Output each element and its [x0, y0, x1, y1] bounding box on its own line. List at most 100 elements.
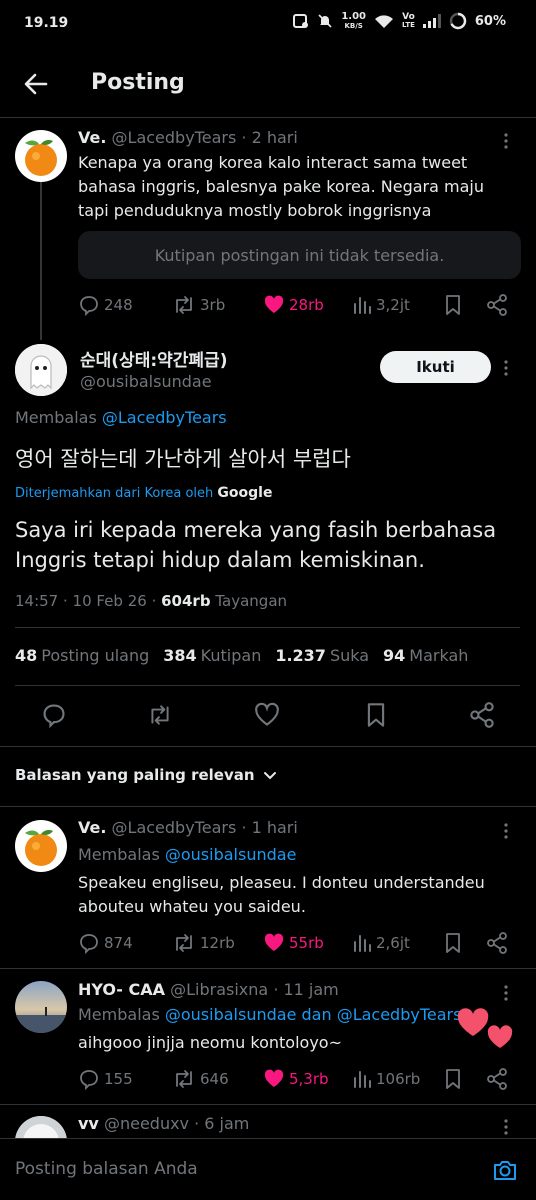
- more-options-icon[interactable]: [496, 1117, 516, 1137]
- avatar[interactable]: [15, 130, 67, 182]
- post-time: · 2 hari: [241, 128, 298, 147]
- post-time: · 1 hari: [241, 818, 298, 837]
- more-options-icon[interactable]: [496, 131, 516, 151]
- views-chart-icon: [354, 935, 371, 952]
- like-count: 28rb: [289, 296, 324, 314]
- like-button[interactable]: 55rb: [263, 932, 324, 954]
- views-count: 3,2jt: [376, 296, 410, 314]
- replying-to: Membalas @LacedbyTears: [15, 408, 227, 427]
- battery-icon: [449, 12, 467, 30]
- divider: [0, 806, 536, 807]
- stat-reposts[interactable]: 48 Posting ulang: [15, 646, 149, 665]
- reply-icon[interactable]: [41, 702, 67, 728]
- author-name[interactable]: HYO- CAA: [78, 980, 165, 999]
- volte-indicator: Vo LTE: [402, 12, 415, 30]
- repost-icon: [176, 296, 192, 314]
- reply-icon: [80, 934, 98, 954]
- stat-bookmarks[interactable]: 94 Markah: [383, 646, 468, 665]
- replying-to-link[interactable]: @LacedbyTears: [102, 408, 227, 427]
- status-bar: 19.19 1.00 KB/S Vo LTE 60%: [0, 0, 536, 48]
- avatar[interactable]: [15, 344, 67, 396]
- more-options-icon[interactable]: [496, 983, 516, 1003]
- replies-sort-dropdown[interactable]: Balasan yang paling relevan: [15, 766, 277, 784]
- parent-tweet-actions: 248 3rb 28rb 3,2jt: [78, 292, 518, 318]
- reply-text: aihgooo jinjja neomu kontoloyo~: [78, 1033, 342, 1052]
- stat-likes[interactable]: 1.237 Suka: [275, 646, 369, 665]
- author-name[interactable]: 순대(상태:약간폐급): [80, 346, 227, 371]
- camera-icon[interactable]: [492, 1157, 518, 1183]
- tweet-translation: Saya iri kepada mereka yang fasih berbah…: [15, 518, 497, 572]
- author-handle[interactable]: @needuxv: [104, 1114, 189, 1133]
- thread-connector: [40, 172, 42, 340]
- heart-filled-icon: [264, 933, 284, 951]
- top-bar: Posting: [0, 56, 536, 112]
- more-options-icon[interactable]: [496, 358, 516, 378]
- like-button[interactable]: 28rb: [263, 294, 324, 316]
- tweet-original-text: 영어 잘하는데 가난하게 살아서 부럽다: [15, 447, 351, 471]
- post-time: · 11 jam: [273, 980, 339, 999]
- reply-icon: [80, 296, 98, 316]
- reply-button[interactable]: 248: [78, 294, 133, 316]
- author-handle[interactable]: @LacedbyTears: [112, 128, 237, 147]
- repost-button[interactable]: 3rb: [172, 294, 225, 316]
- views-button[interactable]: 2,6jt: [352, 933, 410, 953]
- author-handle[interactable]: @Librasixna: [170, 980, 268, 999]
- avatar[interactable]: [15, 981, 67, 1033]
- signal-icon: [422, 14, 441, 28]
- more-options-icon[interactable]: [496, 821, 516, 841]
- share-icon[interactable]: [486, 1068, 508, 1090]
- reply-text: Speakeu engliseu, pleaseu. I donteu unde…: [78, 873, 485, 916]
- stat-quotes[interactable]: 384 Kutipan: [163, 646, 261, 665]
- mute-icon: [318, 14, 332, 28]
- page-title: Posting: [91, 70, 185, 95]
- follow-button[interactable]: Ikuti: [380, 351, 491, 383]
- reply-count: 248: [104, 296, 133, 314]
- status-time: 19.19: [24, 15, 69, 31]
- reply-button[interactable]: 874: [78, 932, 133, 954]
- network-speed: 1.00 KB/S: [341, 11, 367, 31]
- avatar[interactable]: [15, 820, 67, 872]
- bookmark-icon[interactable]: [444, 932, 462, 954]
- divider: [0, 746, 536, 747]
- repost-icon: [176, 934, 192, 952]
- bookmark-icon[interactable]: [363, 702, 389, 728]
- back-arrow-icon[interactable]: [22, 70, 50, 98]
- like-button[interactable]: 5,3rb: [263, 1068, 329, 1090]
- reply-input[interactable]: Posting balasan Anda: [15, 1159, 198, 1179]
- quote-unavailable-box: Kutipan postingan ini tidak tersedia.: [78, 231, 521, 279]
- author-handle[interactable]: @ousibalsundae: [80, 372, 212, 391]
- author-name[interactable]: Ve.: [78, 128, 106, 147]
- repost-icon: [176, 1070, 192, 1088]
- views-chart-icon: [354, 1071, 371, 1088]
- replying-to-link[interactable]: @ousibalsundae: [165, 845, 297, 864]
- heart-filled-icon: [264, 1069, 284, 1087]
- views-button[interactable]: 3,2jt: [352, 295, 410, 315]
- reply-button[interactable]: 155: [78, 1068, 133, 1090]
- views-button[interactable]: 106rb: [352, 1069, 420, 1089]
- views-count: 604rb: [161, 592, 211, 610]
- repost-icon[interactable]: [147, 702, 173, 728]
- reply-actions: 874 12rb 55rb 2,6jt: [78, 930, 518, 956]
- status-icons: 1.00 KB/S Vo LTE 60%: [293, 12, 506, 30]
- divider: [0, 1104, 536, 1105]
- translation-attribution[interactable]: Diterjemahkan dari Korea oleh Google: [15, 485, 272, 501]
- parent-tweet-meta: Ve. @LacedbyTears · 2 hari: [78, 128, 298, 147]
- bookmark-icon[interactable]: [444, 1068, 462, 1090]
- main-tweet-actions: [0, 700, 536, 732]
- share-icon[interactable]: [486, 294, 508, 316]
- share-icon[interactable]: [469, 702, 495, 728]
- heart-icon[interactable]: [254, 702, 280, 728]
- author-handle[interactable]: @LacedbyTears: [112, 818, 237, 837]
- author-name[interactable]: Ve.: [78, 818, 106, 837]
- replying-to-link[interactable]: @ousibalsundae dan @LacedbyTears: [165, 1005, 462, 1024]
- reply-composer[interactable]: Posting balasan Anda: [0, 1138, 536, 1200]
- author-name[interactable]: vv: [78, 1114, 99, 1133]
- repost-button[interactable]: 12rb: [172, 932, 235, 954]
- repost-button[interactable]: 646: [172, 1068, 229, 1090]
- post-time: · 6 jam: [194, 1114, 250, 1133]
- bookmark-icon[interactable]: [444, 294, 462, 316]
- share-icon[interactable]: [486, 932, 508, 954]
- views-chart-icon: [354, 297, 371, 314]
- divider: [15, 627, 520, 628]
- sunset-photo-avatar-icon: [15, 981, 67, 1033]
